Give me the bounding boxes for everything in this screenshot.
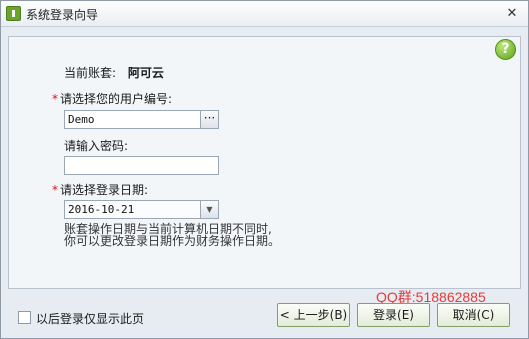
user-label-row: * 请选择您的用户编号: (52, 90, 172, 107)
login-button[interactable]: 登录(E) (357, 303, 430, 327)
account-value: 阿可云 (127, 66, 164, 80)
password-label: 请输入密码: (64, 139, 129, 153)
date-label-row: * 请选择登录日期: (52, 181, 148, 198)
chevron-down-icon[interactable]: ▼ (200, 200, 219, 219)
login-date-select[interactable]: 2016-10-21 (64, 200, 201, 219)
prev-button[interactable]: < 上一步(B) (277, 303, 350, 327)
login-wizard-window: 系统登录向导 ✕ ? 当前账套: 阿可云 * 请选择您的用户编号: Demo ··… (0, 0, 529, 339)
required-mark: * (52, 92, 58, 106)
remember-label: 以后登录仅显示此页 (36, 312, 145, 326)
close-button[interactable]: ✕ (504, 6, 520, 21)
help-icon[interactable]: ? (495, 39, 516, 60)
date-label: 请选择登录日期: (60, 183, 149, 197)
user-label: 请选择您的用户编号: (60, 92, 173, 106)
app-icon (6, 6, 21, 21)
password-input[interactable] (64, 156, 219, 175)
title-bar: 系统登录向导 ✕ (1, 1, 528, 27)
user-browse-button[interactable]: ··· (200, 110, 219, 129)
remember-checkbox[interactable] (18, 311, 31, 324)
date-note: 账套操作日期与当前计算机日期不同时, 你可以更改登录日期作为财务操作日期。 (64, 223, 280, 247)
account-label: 当前账套: (64, 66, 117, 80)
date-note-line-2: 你可以更改登录日期作为财务操作日期。 (64, 234, 281, 248)
window-title: 系统登录向导 (26, 8, 99, 22)
required-mark: * (52, 183, 58, 197)
account-row: 当前账套: 阿可云 (64, 64, 164, 81)
cancel-button[interactable]: 取消(C) (437, 303, 510, 327)
user-id-input[interactable]: Demo (64, 110, 201, 129)
